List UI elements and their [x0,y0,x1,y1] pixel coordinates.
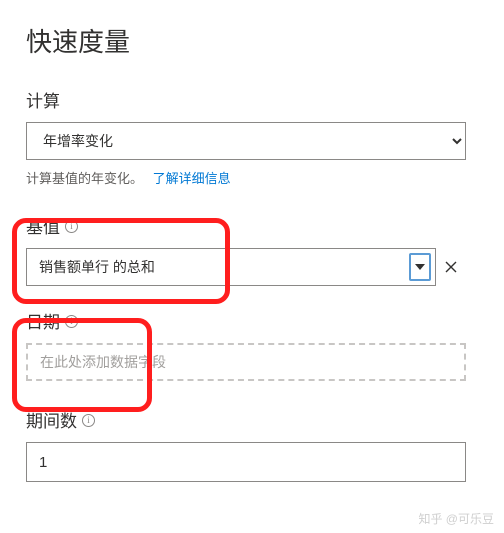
page-title: 快速度量 [26,22,478,59]
date-label-text: 日期 [26,308,60,333]
periods-label: 期间数 [26,407,478,432]
base-value-text: 销售额单行 的总和 [39,257,409,277]
date-placeholder: 在此处添加数据字段 [40,352,166,372]
base-label-text: 基值 [26,213,60,238]
periods-label-text: 期间数 [26,407,77,432]
chevron-down-icon[interactable] [409,253,431,281]
date-dropzone[interactable]: 在此处添加数据字段 [26,343,466,381]
periods-input[interactable] [26,442,466,482]
base-value-field[interactable]: 销售额单行 的总和 [26,248,436,286]
info-icon[interactable] [65,315,78,328]
base-label: 基值 [26,213,478,238]
info-icon[interactable] [65,220,78,233]
watermark: 知乎 @可乐豆 [418,510,494,527]
info-icon[interactable] [82,414,95,427]
calc-description: 计算基值的年变化。 [26,171,143,186]
date-label: 日期 [26,308,478,333]
calc-label-text: 计算 [26,87,60,112]
learn-more-link[interactable]: 了解详细信息 [153,171,231,186]
calc-label: 计算 [26,87,478,112]
close-icon[interactable] [436,248,466,286]
calc-select[interactable]: 年增率变化 [26,122,466,160]
